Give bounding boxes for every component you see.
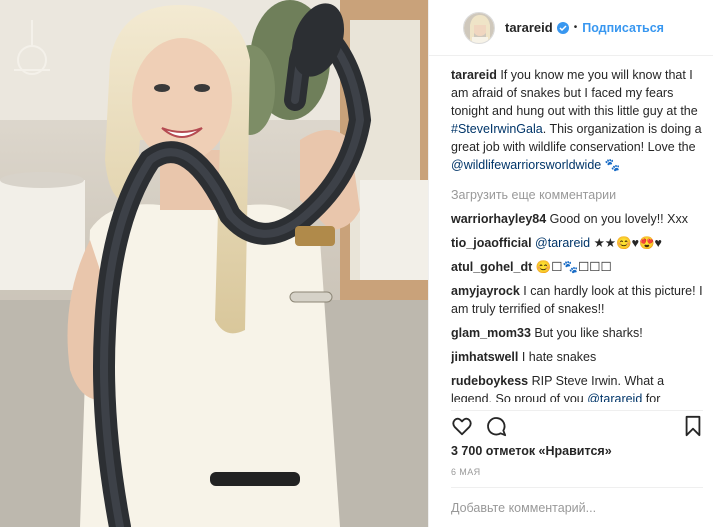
avatar[interactable] — [463, 11, 495, 44]
post-sidebar: tarareid • Подписаться tarareid If you k… — [428, 0, 713, 527]
heart-icon[interactable] — [451, 415, 473, 442]
comment-text: Good on you lovely!! Xxx — [546, 212, 688, 226]
comment-item: glam_mom33 But you like sharks! — [451, 324, 703, 342]
caption-mention[interactable]: @wildlifewarriorsworldwide — [451, 158, 601, 172]
comment-item: jimhatswell I hate snakes — [451, 348, 703, 366]
comment-item: atul_gohel_dt 😊☐🐾☐☐☐ — [451, 258, 703, 276]
comment-text: But you like sharks! — [530, 326, 643, 340]
caption-hashtag[interactable]: #SteveIrwinGala — [451, 122, 543, 136]
post-date[interactable]: 6 МАЯ — [451, 467, 481, 477]
post-photo[interactable] — [0, 0, 428, 527]
comment-username[interactable]: amyjayrock — [451, 284, 520, 298]
comment-username[interactable]: warriorhayley84 — [451, 212, 546, 226]
comment-item: warriorhayley84 Good on you lovely!! Xxx — [451, 210, 703, 228]
caption-username[interactable]: tarareid — [451, 68, 497, 82]
comment-item: amyjayrock I can hardly look at this pic… — [451, 282, 703, 318]
comment-item: tio_joaofficial @tarareid ★★😊♥😍♥ — [451, 234, 703, 252]
comment-username[interactable]: glam_mom33 — [451, 326, 531, 340]
load-more-comments-button[interactable]: Загрузить еще комментарии — [451, 186, 703, 204]
action-bar — [451, 410, 703, 440]
post-header: tarareid • Подписаться — [429, 0, 713, 56]
comment-mention[interactable]: @tarareid — [587, 392, 642, 402]
comment-username[interactable]: rudeboykess — [451, 374, 528, 388]
add-comment-bar — [451, 487, 703, 527]
comment-text: ★★😊♥😍♥ — [590, 236, 662, 250]
caption-emoji: 🐾 — [601, 158, 621, 172]
header-username[interactable]: tarareid — [505, 20, 553, 35]
comment-mention[interactable]: @tarareid — [532, 236, 590, 250]
follow-button[interactable]: Подписаться — [582, 21, 664, 35]
comment-username[interactable]: atul_gohel_dt — [451, 260, 532, 274]
comment-text: I hate snakes — [518, 350, 597, 364]
add-comment-input[interactable] — [451, 500, 703, 515]
verified-badge-icon — [556, 21, 569, 34]
comments-list[interactable]: tarareid If you know me you will know th… — [451, 66, 703, 402]
comment-icon[interactable] — [485, 415, 507, 442]
post-image — [0, 0, 428, 527]
header-separator: • — [573, 22, 578, 33]
caption: tarareid If you know me you will know th… — [451, 66, 703, 174]
comment-text: 😊☐🐾☐☐☐ — [532, 260, 612, 274]
bookmark-icon[interactable] — [683, 415, 703, 442]
comment-username[interactable]: jimhatswell — [451, 350, 518, 364]
likes-count[interactable]: 3 700 отметок «Нравится» — [451, 444, 612, 458]
comment-item: rudeboykess RIP Steve Irwin. What a lege… — [451, 372, 703, 402]
comment-username[interactable]: tio_joaofficial — [451, 236, 532, 250]
